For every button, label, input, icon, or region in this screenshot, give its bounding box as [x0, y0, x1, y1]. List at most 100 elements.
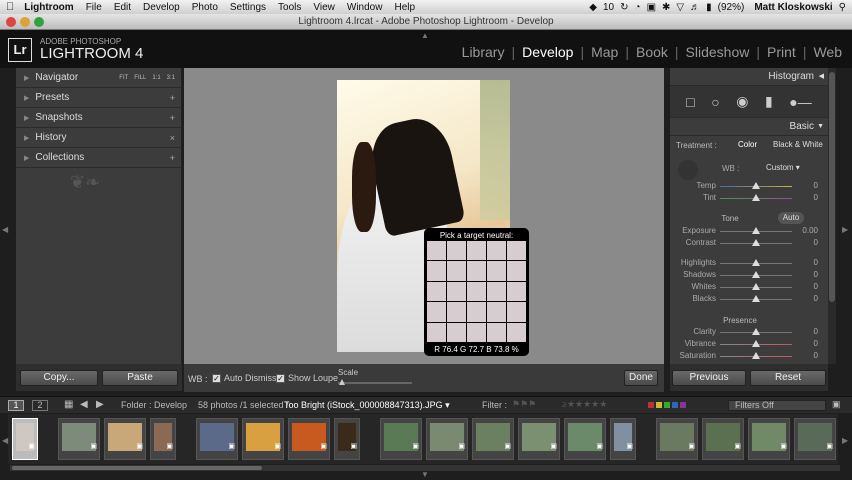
filmstrip-right-icon[interactable]: ▶ — [842, 436, 848, 445]
user-name[interactable]: Matt Kloskowski — [754, 2, 832, 13]
volume-icon[interactable]: ♬ — [690, 2, 700, 13]
slider-shadows[interactable]: Shadows 0 — [670, 270, 828, 281]
filmstrip-scrollbar-thumb[interactable] — [12, 466, 262, 470]
menu-develop[interactable]: Develop — [143, 2, 180, 13]
menu-file[interactable]: File — [86, 2, 102, 13]
main-window-button[interactable]: 1 — [8, 400, 24, 411]
grid-view-icon[interactable]: ▦ — [64, 399, 73, 410]
snapshots-header[interactable]: ▶ Snapshots + — [16, 108, 181, 128]
slider-blacks[interactable]: Blacks 0 — [670, 294, 828, 305]
filmstrip-thumbnail[interactable]: ▣ — [748, 418, 790, 460]
filmstrip-thumbnail[interactable]: ▣ — [380, 418, 422, 460]
spotlight-icon[interactable]: ⚲ — [839, 2, 846, 13]
reset-button[interactable]: Reset — [750, 370, 826, 386]
tone-auto-button[interactable]: Auto — [778, 212, 804, 224]
collapse-left-icon[interactable]: ◀ — [2, 225, 8, 234]
crop-tool-icon[interactable]: □ — [686, 94, 694, 110]
slider-whites[interactable]: Whites 0 — [670, 282, 828, 293]
module-develop[interactable]: Develop — [522, 44, 573, 60]
history-header[interactable]: ▶ History × — [16, 128, 181, 148]
show-loupe-checkbox[interactable]: ✓ — [276, 374, 285, 384]
time-machine-icon[interactable]: ◔ — [635, 2, 641, 13]
filter-preset-dropdown[interactable]: Filters Off — [728, 400, 826, 411]
filmstrip-thumbnail[interactable]: ▣ — [564, 418, 606, 460]
filmstrip-thumbnail[interactable]: ▣ — [12, 418, 38, 460]
module-print[interactable]: Print — [767, 44, 796, 60]
adjustment-brush-tool-icon[interactable]: ●— — [789, 94, 811, 110]
menu-settings[interactable]: Settings — [230, 2, 266, 13]
slider-exposure[interactable]: Exposure 0.00 — [670, 226, 828, 237]
filmstrip-thumbnail[interactable]: ▣ — [702, 418, 744, 460]
filmstrip-thumbnail[interactable]: ▣ — [334, 418, 360, 460]
graduated-filter-tool-icon[interactable]: ▮ — [765, 93, 773, 110]
forward-arrow-icon[interactable]: ▶ — [96, 399, 104, 410]
notification-badge[interactable]: 10 — [603, 2, 614, 13]
module-map[interactable]: Map — [591, 44, 618, 60]
filmstrip-thumbnail[interactable]: ▣ — [288, 418, 330, 460]
filmstrip-thumbnail[interactable]: ▣ — [150, 418, 176, 460]
filmstrip-thumbnail[interactable]: ▣ — [610, 418, 636, 460]
wifi-icon[interactable]: ▽ — [676, 2, 684, 13]
done-button[interactable]: Done — [624, 370, 658, 386]
basic-header[interactable]: Basic ▼ — [670, 118, 828, 136]
add-preset-button[interactable]: + — [170, 93, 175, 103]
close-window-button[interactable] — [6, 17, 16, 27]
module-web[interactable]: Web — [813, 44, 842, 60]
filename-dropdown[interactable]: Too Bright (iStock_000008847313).JPG ▾ — [284, 400, 450, 411]
filmstrip-thumbnail[interactable]: ▣ — [58, 418, 100, 460]
presets-header[interactable]: ▶ Presets + — [16, 88, 181, 108]
filmstrip-thumbnail[interactable]: ▣ — [196, 418, 238, 460]
wb-preset-dropdown[interactable]: Custom ▾ — [766, 163, 800, 172]
module-slideshow[interactable]: Slideshow — [686, 44, 750, 60]
filmstrip-left-icon[interactable]: ◀ — [2, 436, 8, 445]
slider-clarity[interactable]: Clarity 0 — [670, 327, 828, 338]
filmstrip-thumbnail[interactable]: ▣ — [656, 418, 698, 460]
menu-tools[interactable]: Tools — [278, 2, 301, 13]
scale-slider[interactable] — [338, 382, 412, 384]
zoom-fit[interactable]: FIT — [119, 75, 128, 81]
zoom-3-1[interactable]: 3:1 — [167, 75, 175, 81]
zoom-1-1[interactable]: 1:1 — [152, 75, 160, 81]
sync-icon[interactable]: ↻ — [620, 2, 628, 13]
filter-lock-icon[interactable]: ▣ — [832, 399, 841, 410]
module-book[interactable]: Book — [636, 44, 668, 60]
slider-temp[interactable]: Temp 0 — [670, 181, 828, 192]
collapse-top-icon[interactable]: ▲ — [421, 31, 429, 40]
clear-history-button[interactable]: × — [170, 133, 175, 143]
slider-tint[interactable]: Tint 0 — [670, 193, 828, 204]
add-snapshot-button[interactable]: + — [170, 113, 175, 123]
status-icon[interactable]: ◆ — [589, 2, 597, 13]
collapse-bottom-icon[interactable]: ▼ — [421, 470, 429, 479]
star-rating-filter[interactable]: ≥★★★★★ — [562, 399, 607, 410]
histogram-header[interactable]: Histogram ◀ — [670, 68, 828, 86]
navigator-header[interactable]: ▶ Navigator FIT FILL 1:1 3:1 — [16, 68, 181, 88]
scale-slider-knob[interactable] — [339, 379, 345, 385]
add-collection-button[interactable]: + — [170, 153, 175, 163]
auto-dismiss-checkbox[interactable]: ✓ — [212, 374, 221, 384]
previous-button[interactable]: Previous — [672, 370, 746, 386]
apple-icon[interactable]:  — [6, 1, 14, 13]
minimize-window-button[interactable] — [20, 17, 30, 27]
treatment-black-white[interactable]: Black & White — [773, 140, 823, 149]
zoom-fill[interactable]: FILL — [134, 75, 146, 81]
filmstrip-thumbnail[interactable]: ▣ — [242, 418, 284, 460]
menu-window[interactable]: Window — [347, 2, 383, 13]
filmstrip-thumbnail[interactable]: ▣ — [518, 418, 560, 460]
wb-eyedropper-icon[interactable] — [678, 160, 698, 180]
filmstrip-thumbnail[interactable]: ▣ — [472, 418, 514, 460]
collections-header[interactable]: ▶ Collections + — [16, 148, 181, 168]
filmstrip-thumbnail[interactable]: ▣ — [104, 418, 146, 460]
menu-view[interactable]: View — [313, 2, 335, 13]
color-label-filter[interactable] — [648, 402, 686, 408]
spot-removal-tool-icon[interactable]: ○ — [711, 94, 719, 110]
battery-icon[interactable]: ▮ — [706, 2, 712, 13]
collapse-right-icon[interactable]: ▶ — [842, 225, 848, 234]
app-menu[interactable]: Lightroom — [24, 2, 73, 13]
menu-edit[interactable]: Edit — [114, 2, 131, 13]
flag-filter-icon[interactable]: ⚑⚑⚑ — [512, 399, 536, 410]
filmstrip-thumbnail[interactable]: ▣ — [426, 418, 468, 460]
back-arrow-icon[interactable]: ◀ — [80, 399, 88, 410]
module-library[interactable]: Library — [462, 44, 505, 60]
filmstrip-thumbnail[interactable]: ▣ — [794, 418, 836, 460]
paste-button[interactable]: Paste — [102, 370, 178, 386]
